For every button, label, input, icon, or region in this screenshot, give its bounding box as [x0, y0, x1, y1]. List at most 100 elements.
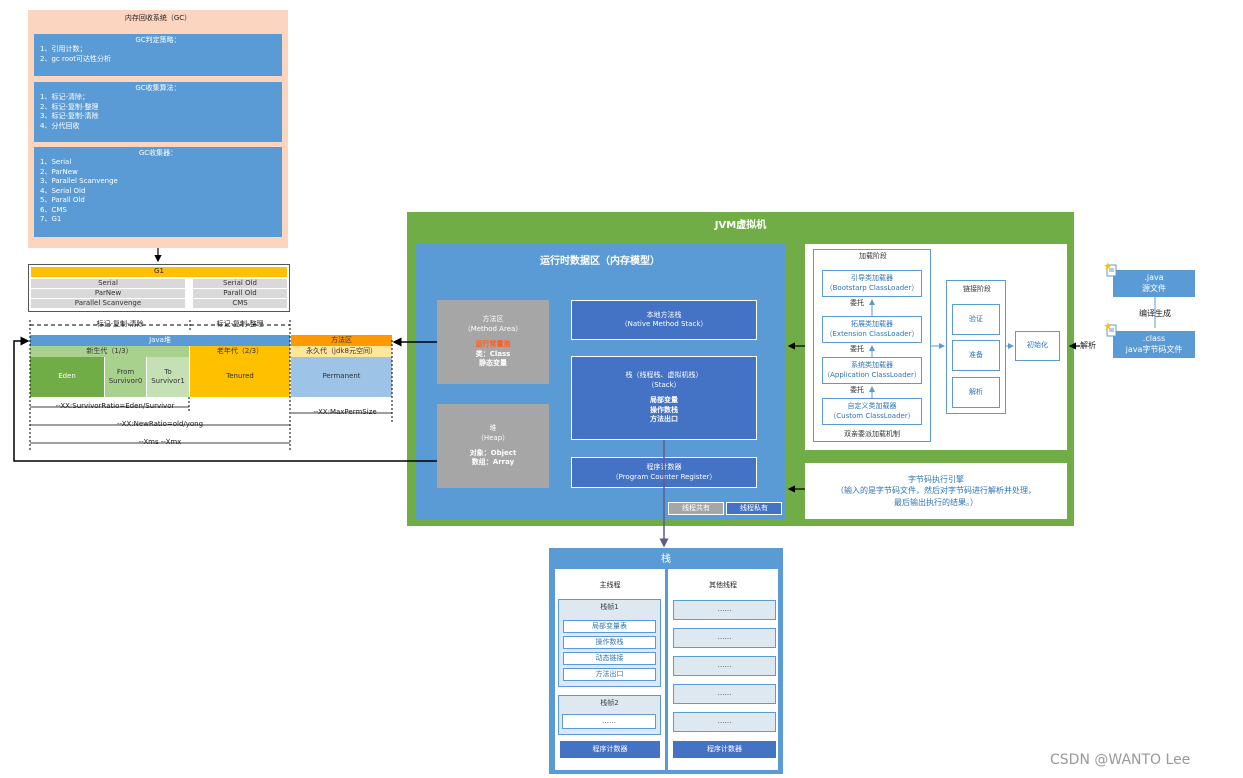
- java-file-icon: [1104, 262, 1118, 278]
- stack-item: 方法出口: [650, 415, 678, 424]
- gc-algorithm-line: 3、标记-复制-清除: [40, 112, 99, 121]
- engine-title: 字节码执行引擎: [908, 474, 964, 484]
- other-thread-frame: ……: [673, 656, 776, 676]
- custom-sub: （Custom ClassLoader）: [829, 411, 915, 420]
- g1-row: G1: [31, 267, 287, 277]
- gc-collector-line: 7、G1: [40, 215, 62, 224]
- old-gen-bar: 老年代（2/3）: [190, 346, 290, 357]
- old-collector-cell: Parall Old: [193, 289, 287, 298]
- from-survivor: From Survivor0: [105, 357, 146, 397]
- pc-register-box: 程序计数器 （Program Counter Register）: [571, 457, 757, 488]
- gc-strategy-line: 1、引用计数；: [40, 45, 87, 54]
- verify-step: 验证: [952, 304, 1000, 335]
- bootstrap-sub: （Bootstarp ClassLoader）: [825, 283, 919, 292]
- gc-collector-line: 2、ParNew: [40, 167, 78, 176]
- other-thread-frame: ……: [673, 600, 776, 620]
- heap-title: 堆: [489, 424, 497, 433]
- permanent-space: Permanent: [291, 357, 392, 397]
- to-survivor: To Survivor1: [147, 357, 189, 397]
- frame1-item: 操作数栈: [563, 636, 656, 649]
- frame1-item: 方法出口: [563, 668, 656, 681]
- watermark: CSDN @WANTO Lee: [1050, 752, 1191, 768]
- young-algorithm-label: 标记-复制-清除: [80, 319, 160, 331]
- java-source-file: .java 源文件: [1113, 270, 1195, 297]
- tenured-space: Tenured: [190, 357, 290, 397]
- bootstrap-loader: 引导类加载器 （Bootstarp ClassLoader）: [822, 270, 922, 297]
- native-stack-sub: （Native Method Stack）: [620, 320, 708, 328]
- native-stack-title: 本地方法栈: [646, 310, 682, 319]
- init-step: 初始化: [1015, 331, 1060, 361]
- old-algorithm-label: 标记-复制-整理: [200, 319, 280, 331]
- custom-loader: 自定义类加载器 （Custom ClassLoader）: [822, 398, 922, 425]
- young-collector-cell: ParNew: [31, 289, 185, 298]
- class-bytecode-file: .class java字节码文件: [1113, 331, 1195, 358]
- bootstrap-name: 引导类加载器: [851, 274, 893, 283]
- maxpermsize-label: --XX:MaxPermSize: [310, 408, 380, 418]
- frame2-title: 栈帧2: [600, 699, 619, 708]
- native-stack-box: 本地方法栈 （Native Method Stack）: [571, 300, 757, 340]
- extension-loader: 拓展类加载器 （Extension ClassLoader）: [822, 316, 922, 343]
- gc-strategy-line: 2、gc root可达性分析: [40, 54, 112, 63]
- gc-title: 内存回收系统（GC）: [124, 14, 192, 23]
- other-thread-pc: 程序计数器: [673, 741, 776, 758]
- stack-title: 栈（线程栈、虚拟机栈）: [625, 371, 703, 380]
- gc-algorithm-line: 4、分代回收: [40, 121, 80, 130]
- main-thread-title: 主线程: [599, 581, 621, 590]
- load-phase-title: 加载阶段: [859, 252, 887, 261]
- gc-collectors-title: GC收集器：: [138, 149, 178, 157]
- stack-item: 局部变量: [650, 396, 678, 405]
- method-area-item: 类：Class: [475, 349, 511, 358]
- frame1-title: 栈帧1: [600, 603, 619, 612]
- legend-private: 线程私有: [726, 502, 782, 515]
- xms-xmx-label: --Xms --Xmx: [130, 438, 190, 448]
- frame1-item: 动态链接: [563, 652, 656, 665]
- execution-engine-box: 字节码执行引擎 （输入的是字节码文件，然后对字节码进行解析并处理， 最后输出执行…: [805, 463, 1067, 519]
- java-file-ext: .java: [1144, 273, 1164, 283]
- gc-algorithm-line: 1、标记-清除；: [40, 93, 89, 102]
- collector-table: G1 Serial ParNew Parallel Scanvenge Seri…: [28, 264, 290, 312]
- other-thread-frame: ……: [673, 712, 776, 732]
- extension-name: 拓展类加载器: [851, 320, 893, 329]
- custom-name: 自定义类加载器: [847, 402, 897, 411]
- gc-strategy-box: GC判定策略： 1、引用计数； 2、gc root可达性分析: [34, 34, 282, 76]
- delegate-label: 委托: [850, 299, 864, 307]
- gc-collectors-box: GC收集器： 1、Serial 2、ParNew 3、Parallel Scan…: [34, 147, 282, 237]
- heap-item: 数组：Array: [471, 458, 515, 467]
- class-file-ext: .class: [1142, 334, 1166, 344]
- method-area-item: 静态变量: [479, 359, 507, 368]
- perm-gen-bar: 永久代（jdk8元空间）: [291, 346, 392, 357]
- method-area-box: 方法区 （Method Area） 运行常量池 类：Class 静态变量: [437, 300, 549, 384]
- main-thread-pc: 程序计数器: [560, 741, 660, 758]
- old-collector-cell: Serial Old: [193, 279, 287, 288]
- delegate-label: 委托: [850, 345, 864, 353]
- method-area-bar: 方法区: [291, 335, 392, 346]
- delegate-label: 委托: [850, 386, 864, 394]
- legend-shared: 线程共有: [668, 502, 724, 515]
- survivor-ratio-label: --XX:SurvivorRatio=Eden/Survivor: [50, 402, 180, 412]
- runtime-constant-pool: 运行常量池: [475, 340, 511, 349]
- other-thread-frame: ……: [673, 684, 776, 704]
- young-collector-cell: Parallel Scanvenge: [31, 299, 185, 308]
- parse-label: 解析: [1080, 341, 1096, 350]
- new-ratio-label: --XX:NewRatio=old/yong: [110, 420, 210, 430]
- other-thread-frame: ……: [673, 628, 776, 648]
- gc-collector-line: 5、Parall Old: [40, 196, 85, 205]
- application-loader: 系统类加载器 （Application ClassLoader）: [822, 357, 922, 384]
- application-sub: （Application ClassLoader）: [823, 370, 921, 379]
- stack-item: 操作数栈: [650, 405, 678, 414]
- extension-sub: （Extension ClassLoader）: [825, 329, 919, 338]
- stack-detail-title: 栈: [661, 554, 671, 565]
- gc-collector-line: 4、Serial Old: [40, 186, 86, 195]
- gc-collector-line: 6、CMS: [40, 205, 67, 214]
- heap-sub: （Heap）: [476, 433, 510, 442]
- other-threads-title: 其他线程: [709, 581, 737, 590]
- stack-sub: （Stack）: [647, 380, 681, 389]
- application-name: 系统类加载器: [851, 361, 893, 370]
- pc-register-title: 程序计数器: [646, 463, 682, 472]
- heap-box: 堆 （Heap） 对象：Object 数组：Array: [437, 404, 549, 488]
- link-phase-title: 链接阶段: [963, 285, 991, 294]
- frame1-item: 局部变量表: [563, 620, 656, 633]
- eden-space: Eden: [30, 357, 104, 397]
- frame2-ellipsis: ……: [562, 714, 656, 729]
- old-collector-cell: CMS: [193, 299, 287, 308]
